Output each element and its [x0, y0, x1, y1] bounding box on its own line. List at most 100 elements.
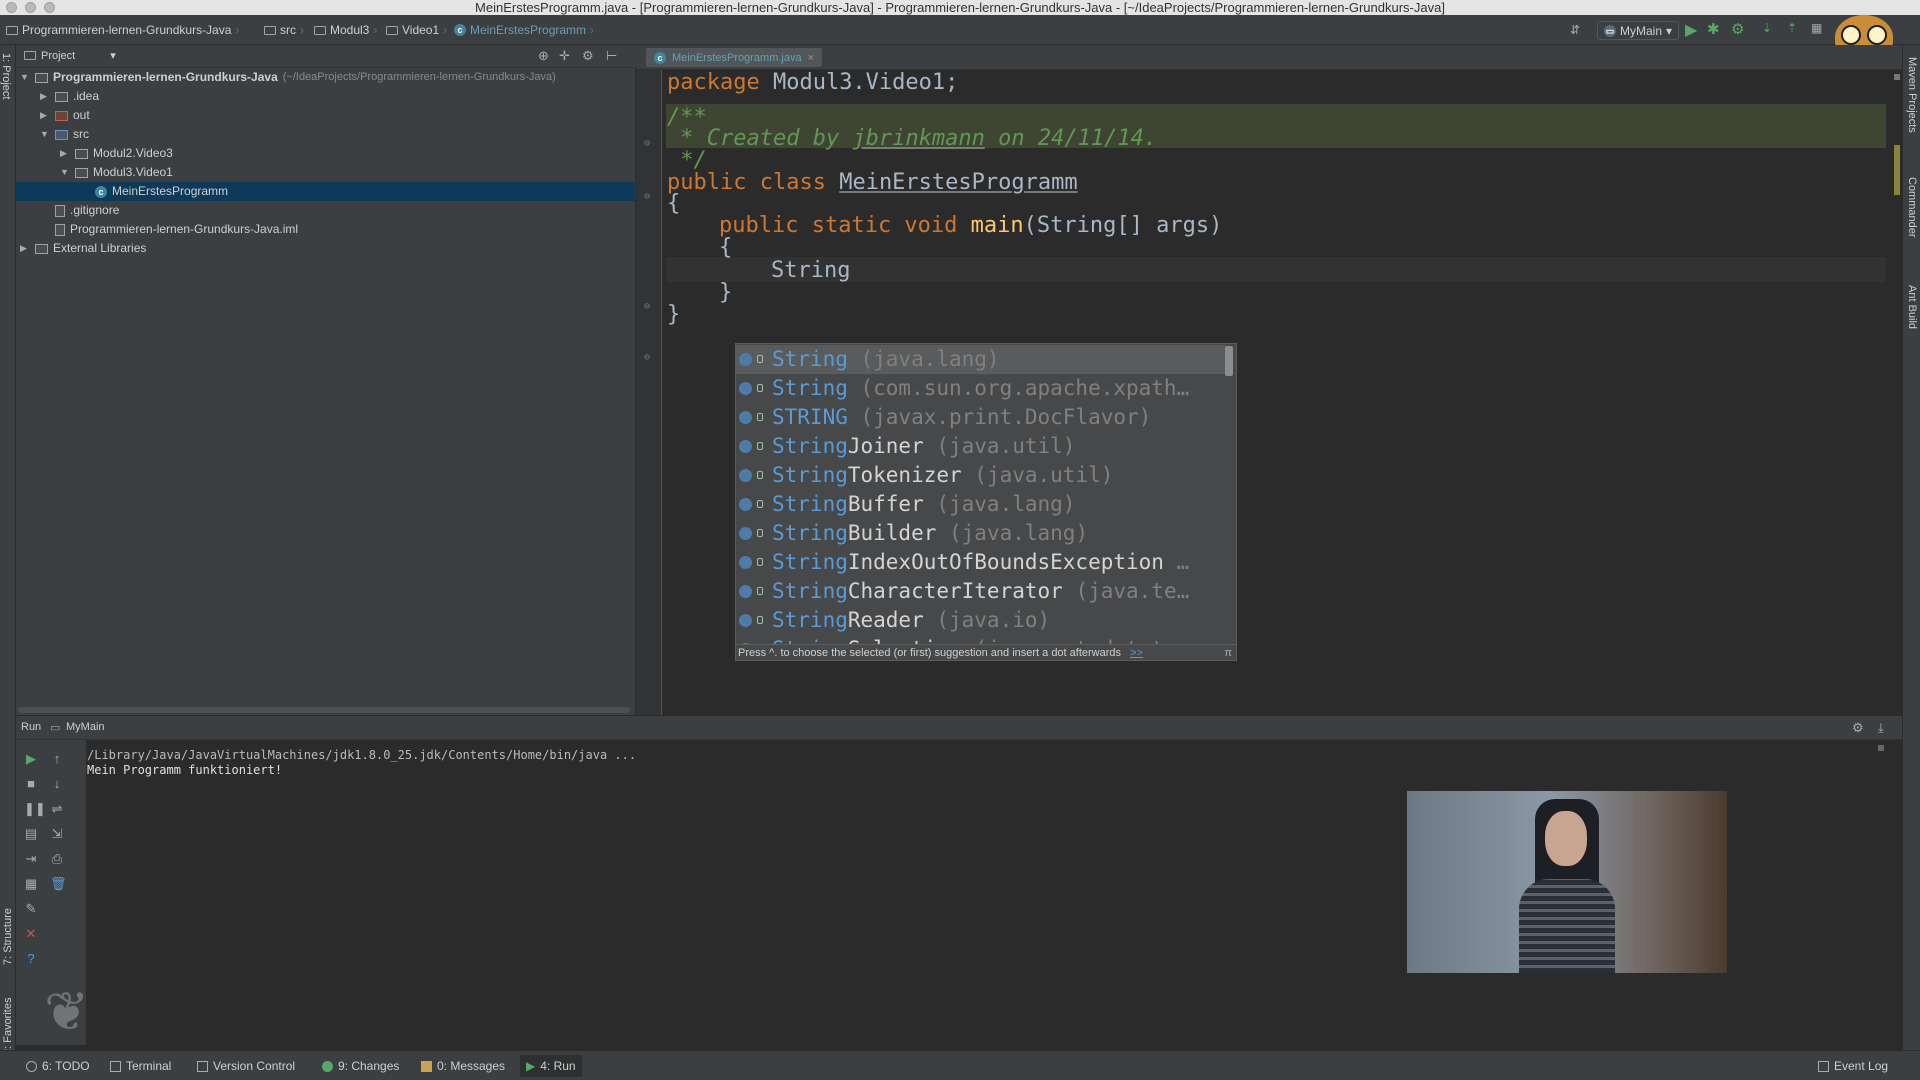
- tab-version-control[interactable]: Version Control: [197, 1059, 295, 1073]
- vcs-commit-icon[interactable]: ⇡: [1787, 21, 1797, 35]
- arrow-down-icon[interactable]: ↓: [50, 777, 64, 791]
- soft-wrap-icon[interactable]: ⇌: [50, 802, 64, 816]
- tab-todo[interactable]: 6: TODO: [26, 1059, 90, 1073]
- breadcrumb-class[interactable]: c MeinErstesProgramm ›: [454, 23, 594, 37]
- trash-icon[interactable]: 🗑: [50, 877, 67, 891]
- popup-scrollbar[interactable]: [1225, 346, 1233, 376]
- close-icon[interactable]: ✕: [24, 927, 38, 941]
- tree-item[interactable]: ▶ External Libraries: [20, 239, 146, 258]
- keyword: public class: [667, 170, 826, 195]
- breadcrumb-src[interactable]: src ›: [264, 23, 304, 37]
- expanded-arrow-icon[interactable]: ▼: [40, 125, 50, 144]
- suggestion-item[interactable]: StringBuilder (java.lang): [736, 519, 1226, 548]
- suggestion-item[interactable]: String (com.sun.org.apache.xpath…: [736, 374, 1226, 403]
- coverage-icon[interactable]: ⚙: [1731, 20, 1744, 38]
- suggestion-item[interactable]: StringJoiner (java.util): [736, 432, 1226, 461]
- tab-commander[interactable]: Commander: [1906, 177, 1918, 238]
- close-icon[interactable]: ×: [808, 52, 814, 64]
- hide-panel-icon[interactable]: ⊢: [606, 48, 617, 64]
- tree-item[interactable]: Programmieren-lernen-Grundkurs-Java.iml: [40, 220, 298, 239]
- suggestion-item[interactable]: STRING (javax.print.DocFlavor): [736, 403, 1226, 432]
- layout-icon[interactable]: ▦: [24, 877, 38, 891]
- locate-icon[interactable]: ⊕: [538, 48, 549, 64]
- fold-marker-icon[interactable]: ⊖: [644, 138, 650, 149]
- tab-project[interactable]: 1: Project: [0, 53, 12, 99]
- webcam-person-face: [1545, 811, 1587, 866]
- project-panel-header: Project ▾ ⊕ ✛ ⚙ ⊢: [16, 45, 636, 68]
- pin-icon[interactable]: ✎: [24, 902, 38, 916]
- exit-icon[interactable]: ⇥: [24, 852, 38, 866]
- suggestion-item[interactable]: String (java.lang): [736, 345, 1226, 374]
- expanded-arrow-icon[interactable]: ▼: [20, 68, 30, 87]
- completion-pin-icon[interactable]: π: [1224, 645, 1232, 660]
- tab-structure[interactable]: 7: Structure: [2, 908, 14, 965]
- horizontal-scrollbar[interactable]: [18, 707, 630, 713]
- suggestion-name: String (java.lang): [772, 345, 1000, 374]
- pause-icon[interactable]: ❚❚: [24, 802, 46, 816]
- collapsed-arrow-icon[interactable]: ▶: [60, 144, 70, 163]
- fold-marker-icon[interactable]: ⊖: [644, 352, 650, 363]
- gear-icon[interactable]: ⚙: [1852, 720, 1864, 736]
- arrow-up-icon[interactable]: ↑: [50, 752, 64, 766]
- tree-item[interactable]: ▼ Programmieren-lernen-Grundkurs-Java (~/I…: [20, 68, 556, 87]
- tab-event-log[interactable]: Event Log: [1818, 1059, 1888, 1073]
- inspection-status-icon[interactable]: [1894, 74, 1900, 80]
- suggestion-item[interactable]: StringTokenizer (java.util): [736, 461, 1226, 490]
- collapsed-arrow-icon[interactable]: ▶: [40, 87, 50, 106]
- tab-changes[interactable]: 9: Changes: [322, 1059, 399, 1073]
- hide-panel-icon[interactable]: ⤓: [1878, 720, 1884, 736]
- tree-item[interactable]: ▶ Modul2.Video3: [60, 144, 173, 163]
- gear-icon[interactable]: ⚙: [582, 48, 594, 64]
- fold-marker-icon[interactable]: ⊖: [644, 191, 650, 202]
- suggestion-item[interactable]: StringBuffer (java.lang): [736, 490, 1226, 519]
- tree-item[interactable]: .gitignore: [40, 201, 119, 220]
- completion-hint-link[interactable]: >>: [1130, 647, 1143, 659]
- collapse-icon[interactable]: ✛: [559, 48, 570, 64]
- breadcrumb-video1[interactable]: Video1 ›: [386, 23, 447, 37]
- build-icon[interactable]: ⇵: [1570, 23, 1580, 37]
- vcs-history-icon[interactable]: ▦: [1811, 21, 1822, 35]
- help-icon[interactable]: ?: [24, 952, 38, 966]
- print-icon[interactable]: ⎙: [50, 852, 64, 866]
- fold-marker-icon[interactable]: ⊖: [644, 301, 650, 312]
- class-icon: [739, 556, 752, 569]
- vcs-update-icon[interactable]: ⇣: [1762, 21, 1772, 35]
- collapsed-arrow-icon[interactable]: ▶: [20, 239, 30, 258]
- run-config-select[interactable]: ▭ MyMain ▾: [1597, 21, 1680, 40]
- rerun-icon[interactable]: ▶: [24, 752, 38, 766]
- run-icon[interactable]: ▶: [1685, 20, 1697, 40]
- minimize-window-button[interactable]: [25, 2, 36, 13]
- class-icon: c: [95, 185, 107, 198]
- suggestion-item[interactable]: StringCharacterIterator (java.te…: [736, 577, 1226, 606]
- suggestion-package: …: [1163, 550, 1190, 574]
- tab-meinerstesprogramm[interactable]: c MeinErstesProgramm.java ×: [646, 48, 823, 67]
- tab-maven-projects[interactable]: Maven Projects: [1906, 57, 1918, 133]
- tree-item[interactable]: ▶ out: [40, 106, 90, 125]
- breadcrumb-project[interactable]: Programmieren-lernen-Grundkurs-Java ›: [6, 23, 239, 37]
- tree-item[interactable]: ▶ .idea: [40, 87, 99, 106]
- tab-messages[interactable]: 0: Messages: [421, 1059, 505, 1073]
- breadcrumb-modul3[interactable]: Modul3 ›: [314, 23, 377, 37]
- stop-icon[interactable]: ■: [24, 777, 38, 791]
- suggestion-item[interactable]: StringIndexOutOfBoundsException …: [736, 548, 1226, 577]
- collapsed-arrow-icon[interactable]: ▶: [40, 106, 50, 125]
- dump-threads-icon[interactable]: ▤: [24, 827, 38, 841]
- expanded-arrow-icon[interactable]: ▼: [60, 163, 70, 182]
- suggestion-item[interactable]: StringReader (java.io): [736, 606, 1226, 635]
- close-window-button[interactable]: [6, 2, 17, 13]
- tree-item[interactable]: c MeinErstesProgramm: [16, 182, 636, 201]
- tree-item[interactable]: ▼ Modul3.Video1: [60, 163, 173, 182]
- tab-terminal[interactable]: Terminal: [110, 1059, 171, 1073]
- project-view-select[interactable]: Project ▾: [24, 49, 116, 62]
- tree-item[interactable]: ▼ src: [40, 125, 89, 144]
- tab-favorites[interactable]: 2: Favorites: [2, 998, 14, 1055]
- scroll-to-end-icon[interactable]: ⇲: [50, 827, 64, 841]
- tab-run[interactable]: ▶ 4: Run: [520, 1055, 582, 1077]
- zoom-window-button[interactable]: [44, 2, 55, 13]
- breadcrumb-label: src: [280, 23, 296, 37]
- run-tab-mymain[interactable]: MyMain: [66, 721, 105, 733]
- tab-ant-build[interactable]: Ant Build: [1906, 285, 1918, 329]
- debug-icon[interactable]: ✱: [1707, 20, 1720, 38]
- suggestion-package: (java.lang): [936, 521, 1089, 545]
- breadcrumb-separator: ›: [235, 23, 240, 37]
